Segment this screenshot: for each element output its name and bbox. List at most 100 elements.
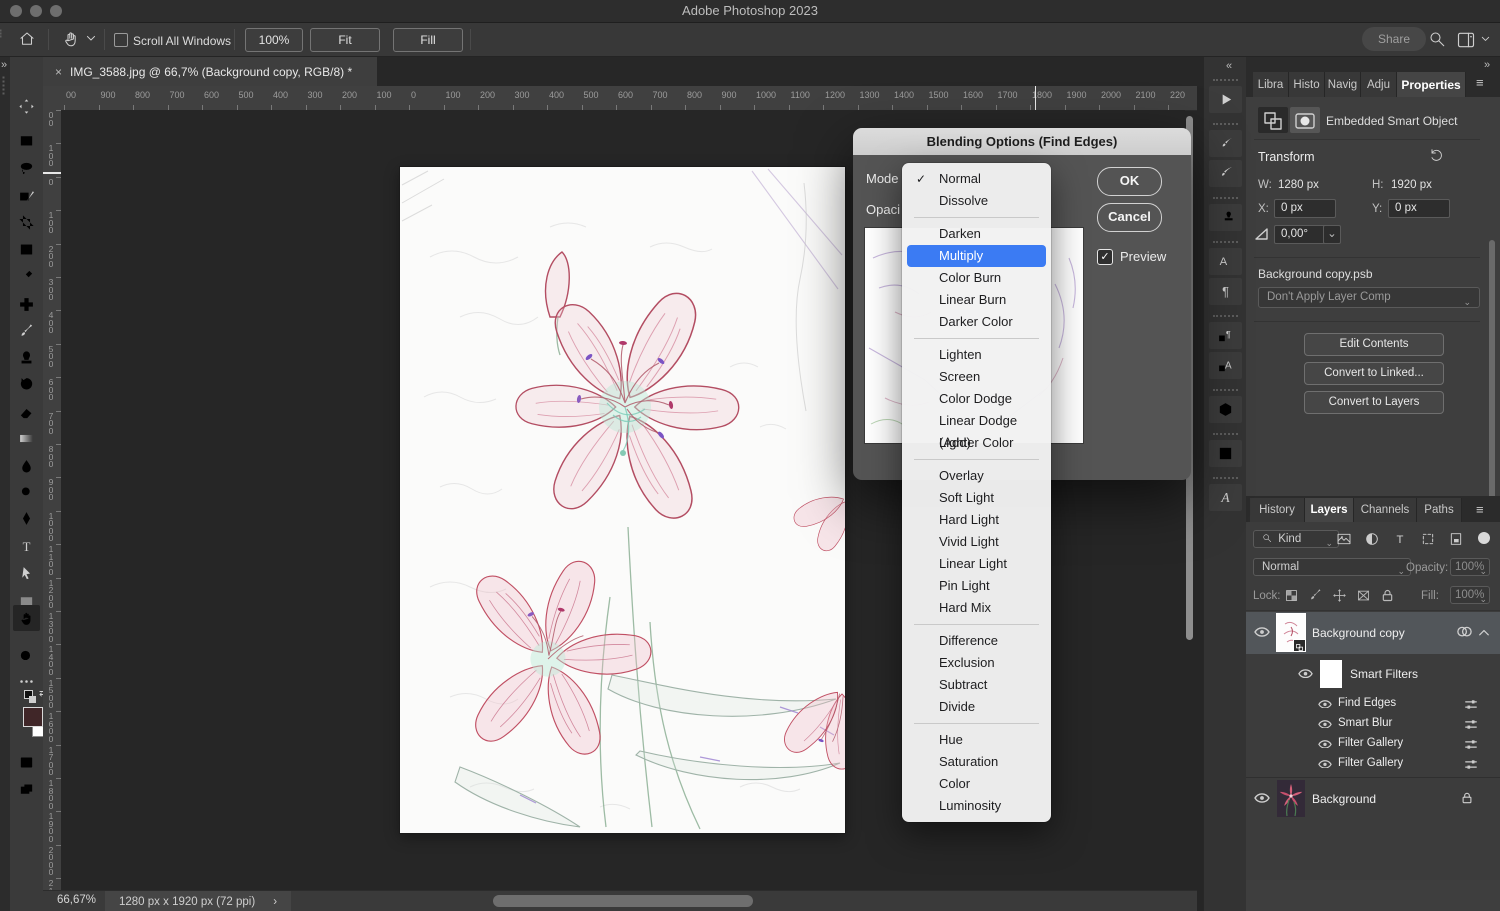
eye-icon[interactable] (1318, 739, 1332, 749)
fill-value[interactable]: 100% ⌄ (1450, 586, 1490, 604)
tab-layers[interactable]: Layers (1305, 498, 1354, 522)
panel-icon-patterns[interactable] (1209, 440, 1242, 467)
panel-group-grip[interactable] (1213, 433, 1238, 438)
lock-artboard-icon[interactable] (1356, 588, 1371, 602)
blending-options-icon[interactable] (1456, 625, 1473, 640)
filter-row-filter-gallery-2[interactable]: Filter Gallery (1246, 754, 1500, 774)
panel-group-grip[interactable] (1213, 241, 1238, 246)
quick-mask-button[interactable] (13, 749, 40, 775)
menu-item-color[interactable]: Color (907, 773, 1046, 795)
filter-smart-icon[interactable] (1448, 531, 1464, 546)
eraser-tool[interactable] (13, 399, 40, 425)
panel-group-grip[interactable] (1213, 477, 1238, 482)
panel-icon-brushes[interactable] (1209, 160, 1242, 187)
menu-item-hard-mix[interactable]: Hard Mix (907, 597, 1046, 619)
lock-transparent-icon[interactable] (1284, 588, 1299, 602)
minimize-window-button[interactable] (30, 5, 42, 17)
panel-icon-brush-settings[interactable] (1209, 130, 1242, 157)
zoom-tool[interactable] (13, 643, 40, 669)
menu-item-vivid-light[interactable]: Vivid Light (907, 531, 1046, 553)
properties-scrollbar[interactable] (1489, 240, 1495, 520)
panel-group-grip[interactable] (1213, 315, 1238, 320)
reset-transform-icon[interactable] (1428, 147, 1444, 163)
layer-row-background[interactable]: Background (1246, 778, 1500, 820)
filter-blending-icon[interactable] (1464, 758, 1478, 771)
filter-name[interactable]: Find Edges (1338, 697, 1396, 709)
filter-shape-icon[interactable] (1420, 531, 1436, 546)
status-chevron-icon[interactable]: › (273, 896, 277, 908)
menu-item-linear-light[interactable]: Linear Light (907, 553, 1046, 575)
layers-panel-menu-icon[interactable]: ≡ (1476, 502, 1484, 517)
menu-item-lighten[interactable]: Lighten (907, 344, 1046, 366)
collapse-toolbar-icon[interactable]: » (1, 59, 6, 71)
cancel-button[interactable]: Cancel (1097, 203, 1162, 232)
share-button[interactable]: Share (1362, 27, 1426, 51)
h-value[interactable]: 1920 px (1391, 179, 1432, 191)
menu-item-luminosity[interactable]: Luminosity (907, 795, 1046, 817)
eyedropper-tool[interactable] (13, 263, 40, 289)
menu-item-darker-color[interactable]: Darker Color (907, 311, 1046, 333)
crop-tool[interactable] (13, 209, 40, 235)
chevron-down-icon[interactable] (1481, 36, 1490, 43)
opacity-value[interactable]: 100% ⌄ (1450, 558, 1490, 576)
ok-button[interactable]: OK (1097, 167, 1162, 196)
convert-to-linked-button[interactable]: Convert to Linked... (1304, 362, 1444, 385)
history-brush-tool[interactable] (13, 371, 40, 397)
filter-row-smart-blur[interactable]: Smart Blur (1246, 714, 1500, 734)
layer-comp-select[interactable]: Don't Apply Layer Comp ⌄ (1258, 287, 1480, 308)
x-input[interactable]: 0 px (1274, 199, 1336, 218)
filter-blending-icon[interactable] (1464, 698, 1478, 711)
preview-checkbox[interactable]: ✓ (1097, 249, 1113, 265)
lock-all-icon[interactable] (1380, 588, 1395, 602)
menu-item-color-dodge[interactable]: Color Dodge (907, 388, 1046, 410)
dialog-title[interactable]: Blending Options (Find Edges) (853, 128, 1191, 155)
tab-properties[interactable]: Properties (1397, 72, 1466, 97)
panel-icon-actions[interactable] (1209, 86, 1242, 113)
tab-paths[interactable]: Paths (1417, 498, 1462, 522)
menu-item-normal[interactable]: ✓Normal (907, 168, 1046, 190)
menu-item-linear-dodge-add-[interactable]: Linear Dodge (Add) (907, 410, 1046, 432)
menu-item-hue[interactable]: Hue (907, 729, 1046, 751)
lock-position-icon[interactable] (1332, 588, 1347, 602)
frame-tool[interactable] (13, 236, 40, 262)
toolbar-grip[interactable] (0, 77, 5, 95)
menu-item-color-burn[interactable]: Color Burn (907, 267, 1046, 289)
menu-item-exclusion[interactable]: Exclusion (907, 652, 1046, 674)
close-window-button[interactable] (10, 5, 22, 17)
filter-adjustment-icon[interactable] (1364, 531, 1380, 546)
tab-history[interactable]: History (1250, 498, 1305, 522)
gradient-tool[interactable] (13, 425, 40, 451)
panel-group-grip[interactable] (1213, 389, 1238, 394)
w-value[interactable]: 1280 px (1278, 179, 1319, 191)
blur-tool[interactable] (13, 453, 40, 479)
foreground-color-swatch[interactable] (23, 707, 43, 727)
lasso-tool[interactable] (13, 155, 40, 181)
zoom-100-button[interactable]: 100% (245, 28, 303, 52)
collapse-panels-icon[interactable]: » (1484, 59, 1489, 71)
eye-icon[interactable] (1318, 699, 1332, 709)
menu-item-divide[interactable]: Divide (907, 696, 1046, 718)
panel-icon-glyphs[interactable]: ¶ (1209, 322, 1242, 349)
eye-icon[interactable] (1254, 626, 1270, 638)
tab-libraries[interactable]: Libra (1253, 72, 1289, 97)
options-bar-grip[interactable] (0, 30, 2, 38)
menu-item-difference[interactable]: Difference (907, 630, 1046, 652)
path-selection-tool[interactable] (13, 560, 40, 586)
panel-group-grip[interactable] (1213, 197, 1238, 202)
collapse-strip-icon[interactable]: « (1226, 60, 1231, 72)
close-tab-icon[interactable]: × (55, 65, 62, 79)
panel-icon-3d[interactable] (1209, 396, 1242, 423)
eye-icon[interactable] (1298, 668, 1313, 679)
filter-name[interactable]: Filter Gallery (1338, 737, 1403, 749)
fit-screen-button[interactable]: Fit Screen (310, 28, 380, 52)
menu-item-screen[interactable]: Screen (907, 366, 1046, 388)
scroll-all-windows-checkbox[interactable] (114, 33, 128, 47)
home-icon[interactable] (18, 30, 36, 48)
smart-object-badge-icon[interactable] (1258, 107, 1288, 133)
menu-item-dissolve[interactable]: Dissolve (907, 190, 1046, 212)
object-selection-tool[interactable] (13, 182, 40, 208)
tab-adjustments[interactable]: Adju (1361, 72, 1397, 97)
lock-pixels-icon[interactable] (1308, 588, 1323, 602)
dodge-tool[interactable] (13, 480, 40, 506)
workspace-switcher-icon[interactable] (1456, 30, 1476, 48)
